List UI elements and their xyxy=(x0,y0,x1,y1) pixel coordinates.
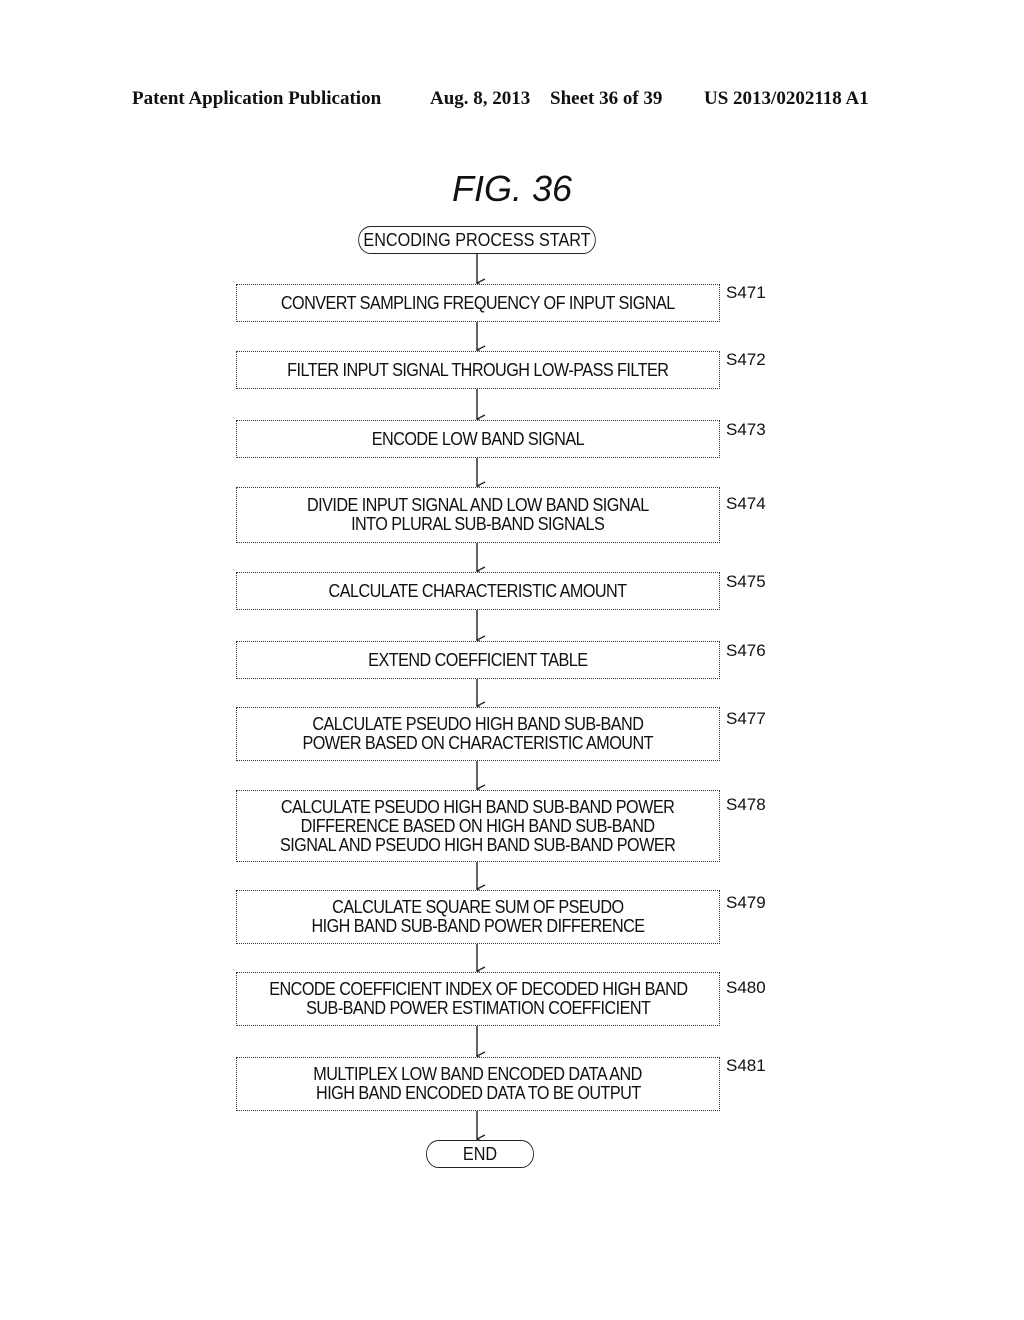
process-step-box: MULTIPLEX LOW BAND ENCODED DATA AND HIGH … xyxy=(236,1057,720,1111)
process-step-box: ENCODE LOW BAND SIGNAL xyxy=(236,420,720,458)
end-terminal: END xyxy=(426,1140,534,1168)
step-text-line: HIGH BAND ENCODED DATA TO BE OUTPUT xyxy=(315,1083,641,1103)
step-text-line: CALCULATE CHARACTERISTIC AMOUNT xyxy=(328,580,628,601)
process-step-box: CONVERT SAMPLING FREQUENCY OF INPUT SIGN… xyxy=(236,284,720,322)
step-text-line: FILTER INPUT SIGNAL THROUGH LOW-PASS FIL… xyxy=(287,359,669,380)
step-id-label: S477 xyxy=(726,709,766,728)
step-id-label: S479 xyxy=(726,893,766,912)
process-step-box: DIVIDE INPUT SIGNAL AND LOW BAND SIGNAL I… xyxy=(236,487,720,543)
step-id-label: S473 xyxy=(726,420,766,439)
step-id-label: S481 xyxy=(726,1056,766,1075)
end-label: END xyxy=(462,1143,498,1164)
step-text-line: ENCODE LOW BAND SIGNAL xyxy=(371,428,585,449)
step-text-line: DIFFERENCE BASED ON HIGH BAND SUB-BAND xyxy=(301,815,655,836)
step-text-line: CALCULATE PSEUDO HIGH BAND SUB-BAND xyxy=(312,714,645,734)
step-text-line: HIGH BAND SUB-BAND POWER DIFFERENCE xyxy=(311,916,645,936)
process-step-box: CALCULATE PSEUDO HIGH BAND SUB-BAND POWER… xyxy=(236,707,720,761)
process-step-box: EXTEND COEFFICIENT TABLE xyxy=(236,641,720,679)
step-id-label: S474 xyxy=(726,494,766,513)
process-step-box: ENCODE COEFFICIENT INDEX OF DECODED HIGH… xyxy=(236,972,720,1026)
process-step-box: CALCULATE SQUARE SUM OF PSEUDO HIGH BAND … xyxy=(236,890,720,944)
step-id-label: S475 xyxy=(726,572,766,591)
step-text-line: MULTIPLEX LOW BAND ENCODED DATA AND xyxy=(313,1064,643,1084)
step-id-label: S476 xyxy=(726,641,766,660)
step-id-label: S480 xyxy=(726,978,766,997)
process-step-box: FILTER INPUT SIGNAL THROUGH LOW-PASS FIL… xyxy=(236,351,720,389)
process-step-box: CALCULATE PSEUDO HIGH BAND SUB-BAND POWE… xyxy=(236,790,720,862)
start-terminal: ENCODING PROCESS START xyxy=(358,226,596,254)
step-text-line: ENCODE COEFFICIENT INDEX OF DECODED HIGH… xyxy=(268,979,688,999)
step-id-label: S478 xyxy=(726,795,766,814)
step-id-label: S472 xyxy=(726,350,766,369)
start-label: ENCODING PROCESS START xyxy=(363,229,591,250)
step-text-line: EXTEND COEFFICIENT TABLE xyxy=(368,649,588,670)
step-text-line: CALCULATE PSEUDO HIGH BAND SUB-BAND POWE… xyxy=(281,796,675,817)
step-id-label: S471 xyxy=(726,283,766,302)
step-text-line: INTO PLURAL SUB-BAND SIGNALS xyxy=(351,514,605,534)
step-text-line: CONVERT SAMPLING FREQUENCY OF INPUT SIGN… xyxy=(281,292,675,313)
process-step-box: CALCULATE CHARACTERISTIC AMOUNT xyxy=(236,572,720,610)
step-text-line: DIVIDE INPUT SIGNAL AND LOW BAND SIGNAL xyxy=(307,495,649,515)
step-text-line: SUB-BAND POWER ESTIMATION COEFFICIENT xyxy=(305,998,651,1018)
step-text-line: POWER BASED ON CHARACTERISTIC AMOUNT xyxy=(302,733,654,753)
step-text-line: CALCULATE SQUARE SUM OF PSEUDO xyxy=(332,897,624,917)
step-text-line: SIGNAL AND PSEUDO HIGH BAND SUB-BAND POW… xyxy=(280,834,676,855)
